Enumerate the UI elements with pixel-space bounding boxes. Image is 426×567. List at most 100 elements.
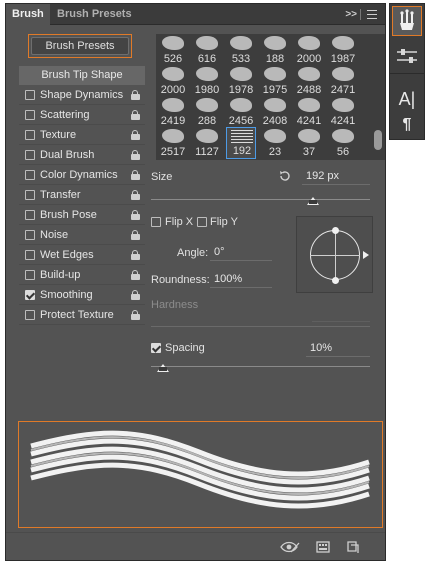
- angle-field[interactable]: 0°: [210, 245, 272, 261]
- brush-tip-cell[interactable]: 37: [294, 127, 324, 159]
- brush-tip-cell[interactable]: 2471: [328, 65, 358, 97]
- lock-icon[interactable]: [131, 270, 140, 280]
- brush-option-item[interactable]: Wet Edges: [19, 245, 145, 265]
- brush-tip-cell[interactable]: 2419: [158, 96, 188, 128]
- brush-tip-cell[interactable]: 4241: [294, 96, 324, 128]
- brush-tip-cell[interactable]: 2488: [294, 65, 324, 97]
- brush-tip-cell[interactable]: 188: [260, 34, 290, 66]
- brush-option-item[interactable]: Brush Pose: [19, 205, 145, 225]
- paragraph-icon[interactable]: ¶: [392, 110, 422, 140]
- brush-tip-cell[interactable]: 23: [260, 127, 290, 159]
- lock-icon[interactable]: [131, 210, 140, 220]
- angle-label: Angle:: [177, 247, 209, 259]
- brush-tip-thumbnail: [162, 36, 184, 50]
- grid-scrollbar[interactable]: [374, 130, 382, 150]
- brush-option-item[interactable]: Smoothing: [19, 285, 145, 305]
- brush-option-checkbox[interactable]: [25, 210, 35, 220]
- lock-icon[interactable]: [131, 190, 140, 200]
- brush-option-checkbox[interactable]: [25, 190, 35, 200]
- brush-option-item[interactable]: Scattering: [19, 105, 145, 125]
- brush-tip-cell[interactable]: 56: [328, 127, 358, 159]
- spacing-field[interactable]: 10%: [306, 341, 370, 357]
- brush-option-item[interactable]: Shape Dynamics: [19, 85, 145, 105]
- brush-option-checkbox[interactable]: [25, 290, 35, 300]
- brush-angle-widget[interactable]: [296, 216, 373, 293]
- new-brush-icon[interactable]: [346, 540, 360, 554]
- brush-tip-size: 2456: [228, 115, 254, 127]
- brush-tip-shape-item[interactable]: Brush Tip Shape: [19, 66, 145, 85]
- tab-brush[interactable]: Brush: [6, 4, 50, 25]
- brush-option-checkbox[interactable]: [25, 130, 35, 140]
- brush-option-checkbox[interactable]: [25, 270, 35, 280]
- brush-tip-cell[interactable]: 2408: [260, 96, 290, 128]
- spacing-slider-knob[interactable]: [157, 364, 169, 372]
- brush-tip-thumbnail: [196, 67, 218, 81]
- brush-option-item[interactable]: Noise: [19, 225, 145, 245]
- lock-icon[interactable]: [131, 130, 140, 140]
- brush-presets-button[interactable]: Brush Presets: [28, 34, 132, 58]
- brush-tip-cell[interactable]: 1980: [192, 65, 222, 97]
- size-slider-knob[interactable]: [306, 197, 319, 205]
- reset-size-icon[interactable]: [278, 169, 292, 183]
- brush-tip-cell[interactable]: 533: [226, 34, 256, 66]
- lock-icon[interactable]: [131, 170, 140, 180]
- collapse-panel-icon[interactable]: >>: [345, 4, 357, 25]
- brush-option-checkbox[interactable]: [25, 90, 35, 100]
- brush-tip-cell[interactable]: 2456: [226, 96, 256, 128]
- spacing-slider-track[interactable]: [151, 366, 370, 367]
- brush-grid-icon[interactable]: [316, 540, 330, 554]
- brush-tip-cell[interactable]: 1987: [328, 34, 358, 66]
- angle-arrow-icon[interactable]: [363, 251, 369, 259]
- brush-tip-cell[interactable]: 2000: [158, 65, 188, 97]
- lock-icon[interactable]: [131, 110, 140, 120]
- brush-tip-cell[interactable]: 192: [226, 127, 256, 159]
- hardness-slider-track: [151, 326, 370, 327]
- panel-menu-icon[interactable]: [367, 10, 377, 19]
- brush-option-checkbox[interactable]: [25, 150, 35, 160]
- brush-option-item[interactable]: Transfer: [19, 185, 145, 205]
- brush-option-checkbox[interactable]: [25, 170, 35, 180]
- brush-tip-cell[interactable]: 288: [192, 96, 222, 128]
- size-slider-track[interactable]: [151, 199, 370, 200]
- brush-tip-cell[interactable]: 526: [158, 34, 188, 66]
- lock-icon[interactable]: [131, 230, 140, 240]
- brush-tip-size: 4241: [330, 115, 356, 127]
- flip-y-checkbox[interactable]: [197, 217, 207, 227]
- roundness-field[interactable]: 100%: [210, 272, 272, 288]
- brush-option-item[interactable]: Protect Texture: [19, 305, 145, 325]
- brush-option-item[interactable]: Texture: [19, 125, 145, 145]
- lock-icon[interactable]: [131, 250, 140, 260]
- lock-icon[interactable]: [131, 150, 140, 160]
- brush-option-item[interactable]: Dual Brush: [19, 145, 145, 165]
- roundness-handle-top[interactable]: [332, 227, 339, 234]
- angle-axis-vertical: [335, 230, 336, 280]
- brush-option-item[interactable]: Color Dynamics: [19, 165, 145, 185]
- brush-tip-cell[interactable]: 1978: [226, 65, 256, 97]
- lock-icon[interactable]: [131, 310, 140, 320]
- brush-option-checkbox[interactable]: [25, 310, 35, 320]
- brush-tip-cell[interactable]: 2517: [158, 127, 188, 159]
- brush-option-item[interactable]: Build-up: [19, 265, 145, 285]
- brush-settings-icon[interactable]: [392, 6, 422, 36]
- brush-tip-cell[interactable]: 1975: [260, 65, 290, 97]
- brush-option-checkbox[interactable]: [25, 230, 35, 240]
- brush-option-checkbox[interactable]: [25, 250, 35, 260]
- brush-option-checkbox[interactable]: [25, 110, 35, 120]
- adjustments-icon[interactable]: [392, 42, 422, 72]
- flip-x-checkbox[interactable]: [151, 217, 161, 227]
- spacing-checkbox[interactable]: [151, 343, 161, 353]
- brush-option-label: Smoothing: [40, 289, 93, 301]
- brush-tip-cell[interactable]: 1127: [192, 127, 222, 159]
- brush-tip-thumbnail: [162, 67, 184, 81]
- roundness-handle-bottom[interactable]: [332, 277, 339, 284]
- tab-brush-presets[interactable]: Brush Presets: [51, 4, 138, 25]
- brush-tip-cell[interactable]: 4241: [328, 96, 358, 128]
- visibility-toggle-icon[interactable]: [280, 540, 300, 554]
- lock-icon[interactable]: [131, 90, 140, 100]
- brush-tip-thumbnail: [298, 129, 320, 143]
- lock-icon[interactable]: [131, 290, 140, 300]
- brush-tip-thumbnail: [230, 67, 252, 81]
- size-field[interactable]: 192 px: [302, 169, 370, 185]
- brush-tip-cell[interactable]: 616: [192, 34, 222, 66]
- brush-tip-cell[interactable]: 2000: [294, 34, 324, 66]
